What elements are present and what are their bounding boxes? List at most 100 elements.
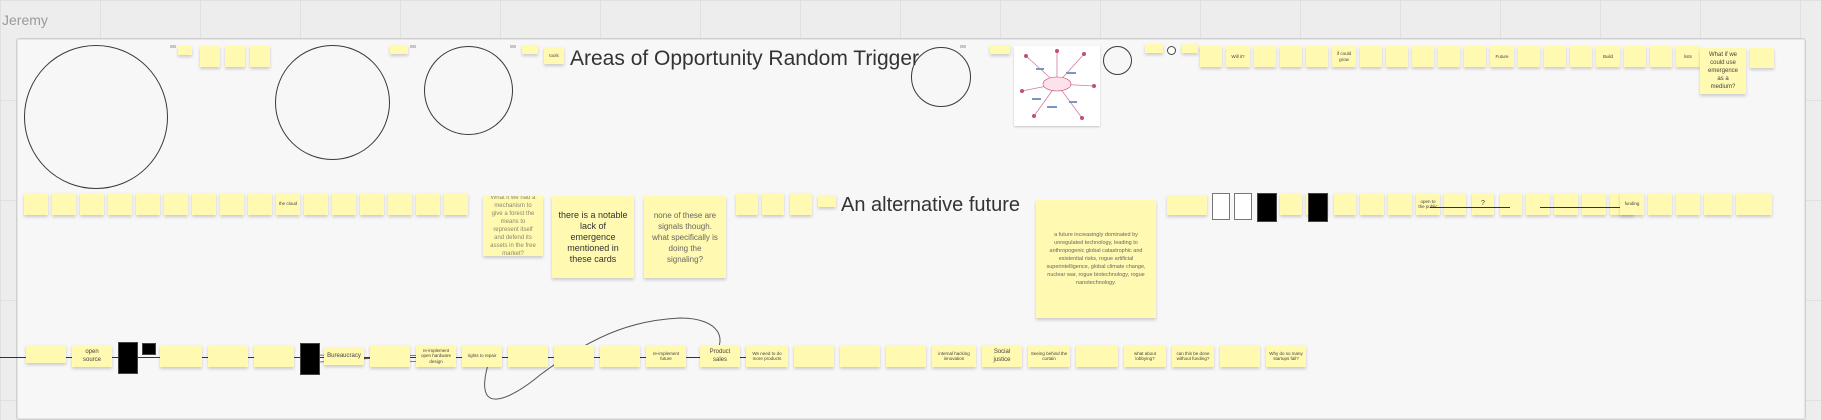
- sticky-note[interactable]: We need to do more products: [746, 345, 788, 367]
- circle-shape[interactable]: [911, 47, 971, 107]
- connector-line[interactable]: [1430, 207, 1510, 208]
- sticky-note[interactable]: Product sales: [700, 345, 740, 367]
- sticky-note[interactable]: [762, 193, 784, 215]
- sticky-note[interactable]: [1444, 193, 1466, 215]
- sticky-note[interactable]: [24, 193, 48, 215]
- sticky-note[interactable]: What if we had a mechanism to give a for…: [483, 196, 543, 256]
- card-image[interactable]: [1308, 193, 1328, 222]
- sticky-note[interactable]: [164, 193, 188, 215]
- card-image[interactable]: [118, 342, 138, 374]
- sticky-note[interactable]: [178, 46, 192, 55]
- sticky-note[interactable]: [508, 345, 548, 367]
- sticky-note[interactable]: [1624, 46, 1646, 67]
- sticky-note[interactable]: [136, 193, 160, 215]
- sticky-note[interactable]: [886, 345, 926, 367]
- sticky-note[interactable]: [1167, 195, 1207, 215]
- sticky-note[interactable]: [990, 45, 1010, 54]
- sticky-note[interactable]: [1736, 193, 1772, 215]
- sticky-note[interactable]: [220, 193, 244, 215]
- card-image[interactable]: [300, 343, 320, 375]
- sticky-note[interactable]: if could grow: [1332, 46, 1356, 67]
- sticky-note[interactable]: re-implement open hardware design: [416, 345, 456, 367]
- sticky-note[interactable]: [248, 193, 272, 215]
- sticky-note[interactable]: can this be done without funding?: [1172, 345, 1214, 367]
- sticky-note[interactable]: [250, 46, 270, 67]
- circle-shape[interactable]: [24, 45, 168, 189]
- sticky-note[interactable]: [304, 193, 328, 215]
- sticky-note[interactable]: [1518, 46, 1540, 67]
- circle-shape[interactable]: [1103, 46, 1132, 75]
- sticky-note[interactable]: [1306, 46, 1328, 67]
- sticky-note[interactable]: [444, 193, 468, 215]
- sticky-note[interactable]: [1412, 46, 1434, 67]
- sticky-note[interactable]: [736, 193, 758, 215]
- sticky-note[interactable]: [26, 345, 66, 363]
- sticky-note[interactable]: [1526, 193, 1550, 215]
- sticky-note[interactable]: [1076, 345, 1118, 367]
- sticky-note[interactable]: [1650, 46, 1672, 67]
- sticky-note[interactable]: [1200, 46, 1222, 67]
- sticky-note[interactable]: [522, 45, 538, 54]
- sticky-note[interactable]: a future increasingly dominated by unreg…: [1036, 200, 1156, 318]
- sticky-note[interactable]: Build: [1596, 46, 1620, 67]
- sticky-note[interactable]: [1438, 46, 1460, 67]
- sticky-note[interactable]: [1386, 46, 1408, 67]
- sticky-note[interactable]: [1570, 46, 1592, 67]
- sticky-note[interactable]: [1254, 46, 1276, 67]
- sticky-note[interactable]: [1145, 44, 1163, 53]
- sticky-note[interactable]: [1544, 46, 1566, 67]
- sticky-note[interactable]: [554, 345, 594, 367]
- sticky-note[interactable]: funding: [1620, 193, 1644, 215]
- sticky-note[interactable]: [416, 193, 440, 215]
- sticky-note[interactable]: [1464, 46, 1486, 67]
- sticky-note[interactable]: ?: [1472, 193, 1494, 215]
- sticky-note[interactable]: Social justice: [982, 345, 1022, 367]
- sticky-note[interactable]: [1648, 193, 1672, 215]
- sticky-note[interactable]: Future: [1490, 46, 1514, 67]
- mind-map-image[interactable]: [1014, 46, 1100, 126]
- sticky-note[interactable]: Will it?: [1226, 46, 1250, 67]
- card-image[interactable]: [1257, 193, 1277, 222]
- sticky-note[interactable]: [1388, 193, 1412, 215]
- sticky-note[interactable]: Seeing behind the curtain: [1028, 345, 1070, 367]
- sticky-note[interactable]: [790, 193, 812, 215]
- sticky-note[interactable]: [1220, 345, 1260, 367]
- sticky-note[interactable]: rights to repair: [462, 345, 502, 367]
- sticky-note[interactable]: [52, 193, 76, 215]
- sticky-note[interactable]: none of these are signals though. what s…: [644, 196, 726, 278]
- sticky-note[interactable]: Why do so many startups fail?: [1266, 345, 1306, 367]
- sticky-note[interactable]: internal hacking innovation: [932, 345, 976, 367]
- sticky-note[interactable]: [160, 345, 202, 367]
- sticky-note[interactable]: [388, 193, 412, 215]
- sticky-note[interactable]: [1182, 44, 1198, 53]
- sticky-note[interactable]: [1360, 46, 1382, 67]
- alternative-future-title[interactable]: An alternative future: [841, 194, 1020, 217]
- sticky-note[interactable]: [370, 345, 410, 367]
- sticky-note[interactable]: [332, 193, 356, 215]
- sticky-note[interactable]: [1750, 48, 1774, 68]
- sticky-note[interactable]: [390, 45, 408, 54]
- sticky-note[interactable]: [192, 193, 216, 215]
- sticky-note[interactable]: re-implement future: [646, 345, 686, 367]
- sticky-note[interactable]: the cloud: [276, 193, 300, 215]
- sticky-note[interactable]: [1582, 193, 1606, 215]
- sticky-note[interactable]: [600, 345, 640, 367]
- connector-line[interactable]: [1540, 207, 1620, 208]
- sticky-note[interactable]: [1280, 46, 1302, 67]
- sticky-note[interactable]: [818, 195, 836, 207]
- sticky-note[interactable]: [1704, 193, 1732, 215]
- sticky-note[interactable]: [208, 345, 248, 367]
- sticky-note[interactable]: [1360, 193, 1384, 215]
- sticky-note[interactable]: tools: [544, 47, 564, 64]
- sticky-note[interactable]: open source: [72, 345, 112, 367]
- sticky-note[interactable]: Bureaucracy: [324, 347, 364, 365]
- sticky-note[interactable]: lists: [1676, 46, 1700, 67]
- circle-shape[interactable]: [424, 46, 513, 135]
- sticky-note[interactable]: [1676, 193, 1700, 215]
- card-image[interactable]: [142, 343, 156, 355]
- sticky-note[interactable]: [1554, 193, 1578, 215]
- sticky-note[interactable]: [254, 345, 294, 367]
- opportunity-title[interactable]: Areas of Opportunity Random Trigger: [570, 47, 919, 71]
- sticky-note[interactable]: what about lobbying?: [1124, 345, 1166, 367]
- sticky-note[interactable]: there is a notable lack of emergence men…: [552, 196, 634, 278]
